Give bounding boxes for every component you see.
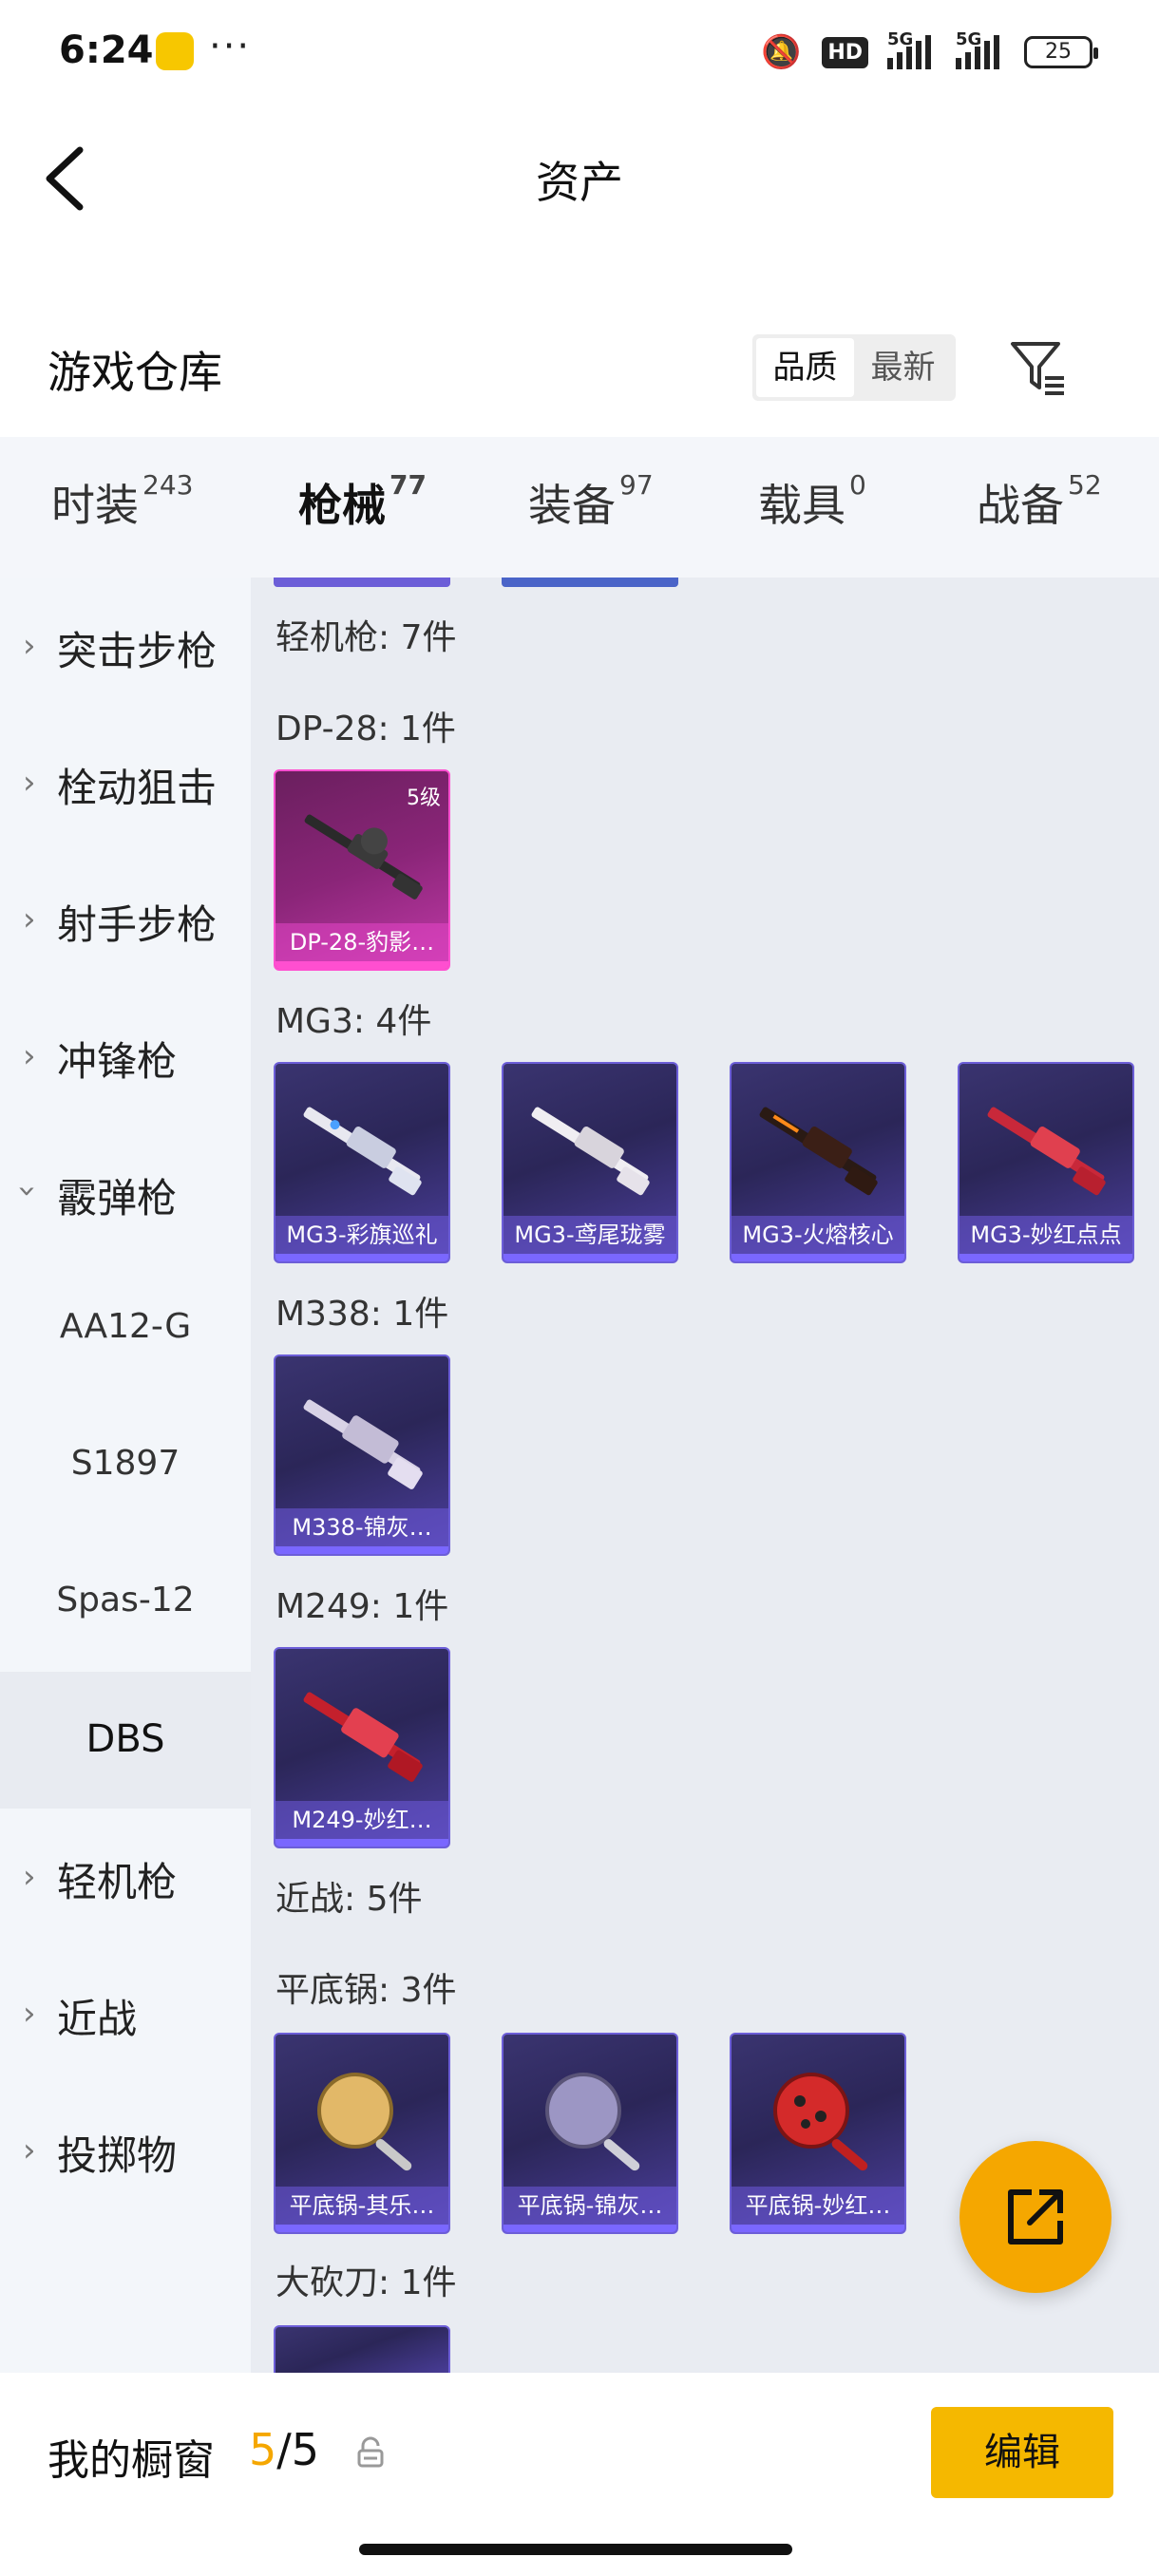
group-header-machete: 大砍刀: 1件 <box>276 2263 457 2302</box>
sidebar-item-assault-rifle[interactable]: › 突击步枪 <box>0 578 251 714</box>
tab-supplies[interactable]: 战备 52 <box>977 469 1102 534</box>
sort-toggle[interactable]: 品质 最新 <box>752 334 956 401</box>
showcase-count: 5/5 <box>249 2424 320 2475</box>
tab-equipment[interactable]: 装备 97 <box>528 469 654 534</box>
chevron-right-icon: › <box>23 1037 36 1075</box>
group-header-mg3: MG3: 4件 <box>276 1002 432 1041</box>
chevron-right-icon: › <box>23 2131 36 2169</box>
more-notifications-icon: ··· <box>209 25 252 68</box>
status-time: 6:24 <box>59 28 154 72</box>
dp28-weapon-icon <box>304 814 423 900</box>
pan-weapon-icon <box>773 2073 868 2171</box>
mg3-weapon-icon <box>987 1107 1106 1196</box>
sidebar-item-spas12[interactable]: Spas-12 <box>0 1535 251 1672</box>
chevron-right-icon: › <box>23 1858 36 1896</box>
previous-card-edge <box>502 578 678 587</box>
skin-card-pan-3[interactable]: 平底锅-妙红… <box>730 2033 906 2234</box>
sidebar-item-dmr[interactable]: › 射手步枪 <box>0 851 251 988</box>
edit-button[interactable]: 编辑 <box>931 2407 1113 2498</box>
m338-weapon-icon <box>303 1399 423 1489</box>
item-grid[interactable]: 轻机枪: 7件 DP-28: 1件 5级 DP-28-豹影… MG3: 4件 M… <box>251 578 1159 2373</box>
skin-card-mg3-4[interactable]: MG3-妙红点点 <box>958 1062 1134 1263</box>
tab-guns[interactable]: 枪械 77 <box>298 469 427 587</box>
sidebar-item-lmg[interactable]: › 轻机枪 <box>0 1809 251 1945</box>
status-bar: 6:24 ··· 🔕 HD 5G 5G 25 <box>0 0 1159 104</box>
mg3-weapon-icon <box>303 1107 422 1196</box>
filter-icon[interactable] <box>1007 336 1068 397</box>
lock-icon <box>353 2435 388 2470</box>
sidebar-item-dbs[interactable]: DBS <box>0 1672 251 1809</box>
weapon-type-sidebar: › 突击步枪 › 栓动狙击 › 射手步枪 › 冲锋枪 › 霰弹枪 AA12-G … <box>0 578 251 2373</box>
pan-weapon-icon <box>545 2073 640 2171</box>
skin-card-machete[interactable] <box>274 2325 450 2373</box>
m249-weapon-icon <box>303 1692 423 1782</box>
sidebar-item-bolt-sniper[interactable]: › 栓动狙击 <box>0 714 251 851</box>
share-button[interactable] <box>960 2141 1112 2293</box>
chevron-right-icon: › <box>23 900 36 938</box>
external-link-icon <box>1008 2189 1063 2245</box>
skin-card-pan-2[interactable]: 平底锅-锦灰… <box>502 2033 678 2234</box>
category-header-lmg: 轻机枪: 7件 <box>276 618 457 657</box>
group-header-m338: M338: 1件 <box>276 1295 449 1334</box>
home-indicator[interactable] <box>359 2544 792 2555</box>
notification-app-icon <box>156 32 194 70</box>
skin-card-m249[interactable]: M249-妙红… <box>274 1647 450 1848</box>
tab-fashion[interactable]: 时装 243 <box>51 469 193 534</box>
mg3-weapon-icon <box>531 1107 650 1196</box>
sort-quality-button[interactable]: 品质 <box>756 338 854 397</box>
pan-weapon-icon <box>317 2073 412 2171</box>
skin-card-dp28[interactable]: 5级 DP-28-豹影… <box>274 769 450 971</box>
mg3-weapon-icon <box>759 1107 878 1196</box>
showcase-bar: 我的橱窗 5/5 编辑 <box>0 2373 1159 2576</box>
category-header-melee: 近战: 5件 <box>276 1880 423 1919</box>
sort-newest-button[interactable]: 最新 <box>854 338 952 397</box>
skin-card-mg3-2[interactable]: MG3-鸢尾珑雾 <box>502 1062 678 1263</box>
hd-voice-icon: HD <box>822 36 868 68</box>
signal-icon-2: 5G <box>956 29 1005 69</box>
vibrate-mute-icon: 🔕 <box>761 33 802 71</box>
previous-card-edge <box>274 578 450 587</box>
chevron-right-icon: › <box>23 627 36 665</box>
warehouse-title: 游戏仓库 <box>48 347 222 398</box>
sidebar-item-shotgun[interactable]: › 霰弹枪 <box>0 1125 251 1261</box>
category-tabs: 时装 243 枪械 77 装备 97 载具 0 战备 52 <box>0 437 1159 587</box>
chevron-right-icon: › <box>23 1995 36 2033</box>
group-header-dp28: DP-28: 1件 <box>276 710 456 748</box>
skin-card-mg3-3[interactable]: MG3-火熔核心 <box>730 1062 906 1263</box>
battery-icon: 25 <box>1024 36 1098 68</box>
signal-icon: 5G <box>887 29 937 69</box>
sidebar-item-smg[interactable]: › 冲锋枪 <box>0 988 251 1125</box>
group-header-m249: M249: 1件 <box>276 1587 449 1626</box>
tab-vehicles[interactable]: 载具 0 <box>758 469 866 534</box>
skin-card-pan-1[interactable]: 平底锅-其乐… <box>274 2033 450 2234</box>
sidebar-item-s1897[interactable]: S1897 <box>0 1398 251 1535</box>
chevron-down-icon: › <box>8 1184 47 1198</box>
page-title: 资产 <box>536 157 623 208</box>
sidebar-item-melee[interactable]: › 近战 <box>0 1945 251 2082</box>
sidebar-item-throwables[interactable]: › 投掷物 <box>0 2082 251 2219</box>
showcase-title: 我的橱窗 <box>48 2436 215 2485</box>
skin-card-m338[interactable]: M338-锦灰… <box>274 1354 450 1556</box>
sidebar-item-aa12[interactable]: AA12-G <box>0 1261 251 1398</box>
group-header-pan: 平底锅: 3件 <box>276 1971 457 2010</box>
chevron-right-icon: › <box>23 764 36 802</box>
skin-card-mg3-1[interactable]: MG3-彩旗巡礼 <box>274 1062 450 1263</box>
